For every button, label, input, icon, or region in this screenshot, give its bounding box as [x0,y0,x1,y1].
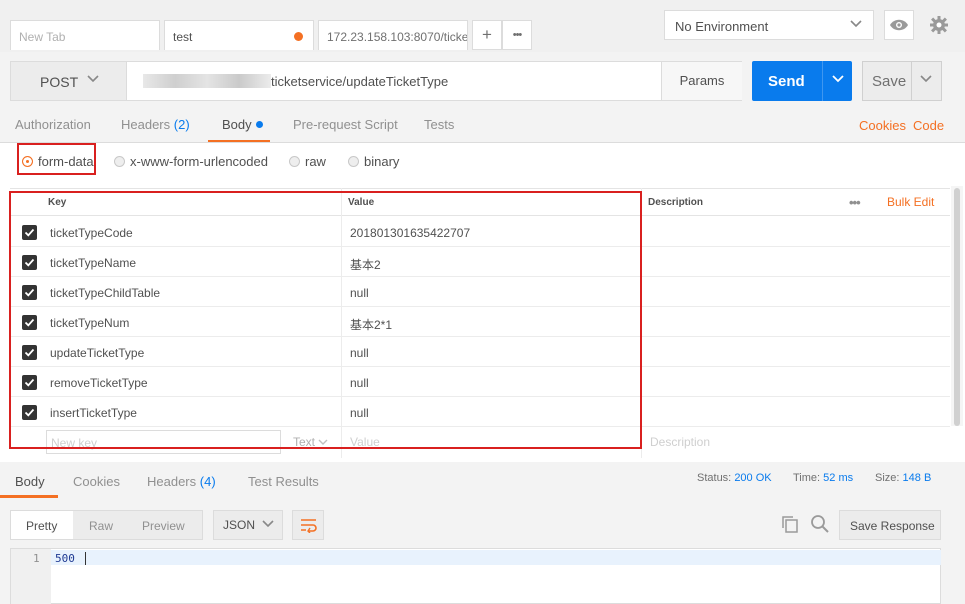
column-header-description: Description [648,197,704,208]
size-value: 148 B [902,472,932,484]
chevron-down-icon [850,20,862,28]
radio-raw[interactable]: raw [289,154,326,169]
tab-label: New Tab [19,30,66,44]
tab-pre-request-script[interactable]: Pre-request Script [293,117,398,132]
tab-url[interactable]: 172.23.158.103:8070/tickets [318,20,468,50]
tab-headers[interactable]: Headers (2) [121,117,190,132]
format-label: JSON [223,518,256,532]
tab-headers-label: Headers [121,117,171,132]
tab-label: 172.23.158.103:8070/tickets [327,30,468,44]
radio-icon [348,156,359,167]
save-button[interactable]: Save [862,61,942,101]
time-label: Time: [793,472,821,484]
response-content: 500 [55,552,75,565]
format-select[interactable]: JSON [213,510,283,540]
chevron-down-icon[interactable] [919,74,933,84]
response-tab-headers[interactable]: Headers (4) [147,474,216,489]
url-input[interactable]: ticketservice/updateTicketType [271,74,448,89]
chevron-down-icon [87,75,99,83]
view-mode-group: Pretty Raw Preview [10,510,203,540]
size-label: Size: [875,472,900,484]
new-description-input[interactable]: Description [650,435,710,449]
radio-icon [289,156,300,167]
unsaved-dot-icon [294,32,303,41]
response-tab-cookies[interactable]: Cookies [73,474,120,489]
environment-quick-look-button[interactable] [884,10,914,40]
environment-select[interactable]: No Environment [664,10,874,40]
eye-icon [890,19,908,31]
code-link[interactable]: Code [913,118,944,133]
body-indicator-dot [255,121,263,128]
tab-new[interactable]: New Tab [10,20,160,50]
search-icon[interactable] [810,514,830,534]
copy-icon[interactable] [781,515,799,533]
text-cursor [85,552,86,565]
radio-label: raw [305,154,326,169]
url-redacted-region [143,74,271,88]
radio-urlencoded[interactable]: x-www-form-urlencoded [114,154,268,169]
tab-authorization[interactable]: Authorization [15,117,91,132]
raw-button[interactable]: Raw [89,519,113,533]
send-divider [822,61,823,101]
status-value: 200 OK [734,472,772,484]
environment-label: No Environment [675,19,769,34]
highlight-box-form-data [17,143,96,175]
save-response-button[interactable]: Save Response [839,510,941,540]
chevron-down-icon[interactable] [831,74,845,84]
wrap-icon [301,519,317,533]
response-time: Time: 52 ms [793,472,853,484]
add-tab-button[interactable]: + [472,20,502,50]
pretty-button[interactable]: Pretty [26,519,57,533]
response-tab-test-results[interactable]: Test Results [248,474,319,489]
radio-label: binary [364,154,400,169]
environment-settings-button[interactable] [924,10,954,40]
active-line-highlight [51,550,941,565]
chevron-down-icon [262,520,274,528]
send-button[interactable]: Send [752,61,852,101]
radio-binary[interactable]: binary [348,154,399,169]
save-divider [911,62,912,100]
tab-body[interactable]: Body [222,117,263,132]
response-status: Status: 200 OK [697,472,772,484]
response-body-viewer[interactable]: 1 500 [10,548,941,604]
response-active-tab-underline [0,495,58,498]
tab-bar: New Tab test 172.23.158.103:8070/tickets… [0,0,965,52]
tab-body-label: Body [222,117,252,132]
response-headers-count-badge: (4) [199,474,216,489]
line-number: 1 [33,552,40,565]
status-label: Status: [697,472,732,484]
tab-test[interactable]: test [164,20,314,50]
send-label: Send [768,73,805,90]
bulk-edit-link[interactable]: Bulk Edit [887,195,934,209]
line-number-gutter [11,549,51,604]
response-tab-headers-label: Headers [147,474,197,489]
headers-count-badge: (2) [173,117,190,132]
scrollbar-thumb[interactable] [954,188,960,426]
radio-label: x-www-form-urlencoded [130,154,268,169]
response-size: Size: 148 B [875,472,931,484]
preview-button[interactable]: Preview [142,519,185,533]
method-select[interactable]: POST [11,62,127,100]
method-label: POST [40,74,79,90]
save-label: Save [872,73,907,90]
highlight-box-form-table [9,191,642,449]
wrap-lines-button[interactable] [292,510,324,540]
tab-label: test [173,30,193,44]
cookies-link[interactable]: Cookies [859,118,906,133]
request-url-bar: POST ticketservice/updateTicketType Para… [10,61,742,101]
tab-tests[interactable]: Tests [424,117,454,132]
request-tabs: Authorization Headers (2) Body Pre-reque… [0,108,965,142]
radio-icon [114,156,125,167]
table-options-icon[interactable]: ••• [849,195,861,210]
tab-more-button[interactable]: ••• [502,20,532,50]
time-value: 52 ms [823,472,854,484]
body-scrollbar[interactable] [951,186,963,426]
params-button[interactable]: Params [661,62,742,100]
response-tab-body[interactable]: Body [15,474,45,489]
gear-icon [930,16,948,34]
